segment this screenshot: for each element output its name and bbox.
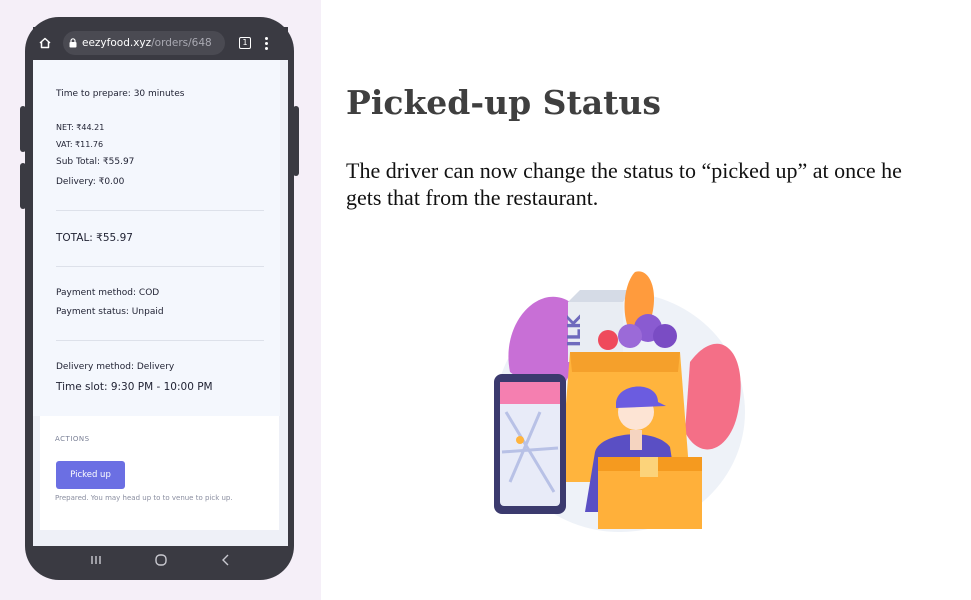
- sub-total: Sub Total: ₹55.97: [56, 157, 135, 167]
- divider: [56, 340, 264, 341]
- more-menu-icon[interactable]: [265, 36, 268, 50]
- order-total: TOTAL: ₹55.97: [56, 232, 133, 244]
- home-circle-icon[interactable]: [154, 553, 168, 567]
- slide-title: Picked-up Status: [346, 83, 661, 122]
- delivery-fee: Delivery: ₹0.00: [56, 177, 125, 187]
- recent-apps-icon[interactable]: [89, 553, 103, 567]
- delivery-method: Delivery method: Delivery: [56, 362, 175, 372]
- picked-up-button[interactable]: Picked up: [56, 461, 125, 489]
- delivery-illustration: ILK: [494, 271, 745, 532]
- url-path: /orders/648: [151, 37, 212, 49]
- tab-switcher-icon[interactable]: 1: [239, 37, 251, 49]
- home-icon[interactable]: [39, 37, 51, 49]
- slide-description: The driver can now change the status to …: [346, 158, 902, 210]
- address-bar[interactable]: eezyfood.xyz/orders/648: [63, 31, 225, 55]
- browser-toolbar: eezyfood.xyz/orders/648 1: [33, 27, 288, 59]
- android-nav-bar: [33, 546, 288, 574]
- back-icon[interactable]: [219, 553, 233, 567]
- order-screen: Time to prepare: 30 minutes NET: ₹44.21 …: [33, 60, 288, 546]
- url-host: eezyfood.xyz: [82, 37, 152, 49]
- vat-amount: VAT: ₹11.76: [56, 140, 104, 149]
- helper-text: Prepared. You may head up to to venue to…: [55, 494, 233, 502]
- actions-card: ACTIONS Picked up Prepared. You may head…: [40, 416, 279, 530]
- payment-status: Payment status: Unpaid: [56, 307, 164, 317]
- divider: [56, 210, 264, 211]
- payment-method: Payment method: COD: [56, 288, 160, 298]
- time-slot: Time slot: 9:30 PM - 10:00 PM: [56, 381, 213, 393]
- order-details-card: Time to prepare: 30 minutes NET: ₹44.21 …: [33, 60, 280, 416]
- actions-label: ACTIONS: [55, 435, 90, 443]
- divider: [56, 266, 264, 267]
- lock-icon: [69, 38, 77, 48]
- svg-text:ILK: ILK: [564, 314, 585, 347]
- net-amount: NET: ₹44.21: [56, 123, 105, 132]
- prep-time: Time to prepare: 30 minutes: [56, 89, 185, 99]
